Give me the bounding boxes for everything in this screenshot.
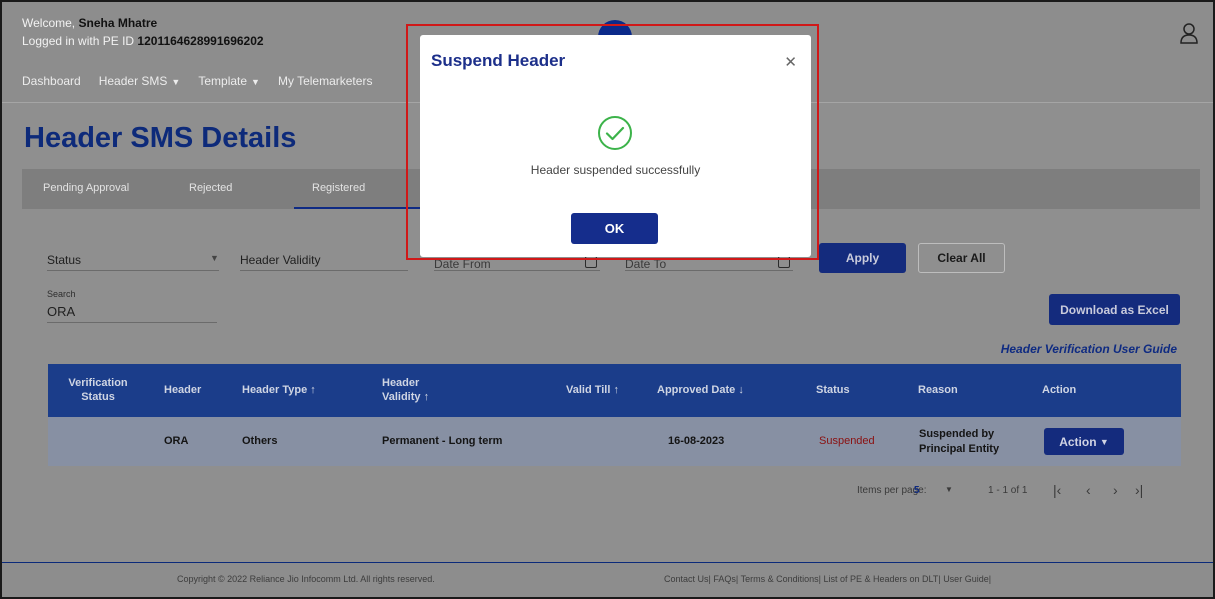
col-verification-status: Verification Status [68,377,128,403]
cell-reason: Suspended by Principal Entity [919,428,1000,455]
active-tab-indicator [294,207,420,209]
cell-header: ORA [164,435,189,447]
sort-up-icon: ↑ [613,384,620,396]
pagination-range: 1 - 1 of 1 [988,485,1028,496]
header-validity-label[interactable]: Header Validity [240,253,320,267]
items-per-page-select[interactable]: 5 [914,485,920,496]
user-profile-icon[interactable] [1179,22,1199,44]
app-frame: Welcome, Sneha Mhatre Logged in with PE … [0,0,1215,599]
status-dropdown-icon[interactable]: ▼ [210,253,219,263]
chevron-down-icon[interactable]: ▼ [945,485,953,494]
apply-button[interactable]: Apply [819,243,906,273]
footer-link-pe-list[interactable]: List of PE & Headers on DLT [823,574,938,584]
tab-rejected[interactable]: Rejected [189,182,232,194]
sort-up-icon: ↑ [310,384,316,396]
col-reason: Reason [918,384,958,396]
login-prefix: Logged in with PE ID [22,34,135,48]
status-select-label[interactable]: Status [47,253,81,267]
user-guide-link[interactable]: Header Verification User Guide [1001,342,1177,356]
first-page-icon[interactable]: |‹ [1053,482,1061,498]
login-info: Logged in with PE ID 1201164628991696202 [22,34,264,48]
search-label: Search [47,289,76,299]
sort-down-icon: ↓ [738,384,744,396]
cell-header-type: Others [242,435,278,447]
download-excel-button[interactable]: Download as Excel [1049,294,1180,325]
status-select[interactable] [47,270,219,271]
col-header-validity[interactable]: Header Validity ↑ [382,376,432,404]
nav-dashboard[interactable]: Dashboard [22,74,81,88]
footer-link-contact[interactable]: Contact Us [664,574,709,584]
clear-all-button[interactable]: Clear All [918,243,1005,273]
footer-link-terms[interactable]: Terms & Conditions [741,574,819,584]
prev-page-icon[interactable]: ‹ [1086,482,1091,498]
col-status: Status [816,384,850,396]
col-header-type[interactable]: Header Type ↑ [242,384,316,396]
sort-up-icon: ↑ [423,391,430,403]
tab-registered[interactable]: Registered [312,182,365,194]
page-title: Header SMS Details [24,122,297,154]
cell-approved-date: 16-08-2023 [668,435,725,447]
welcome-prefix: Welcome, [22,16,76,30]
chevron-down-icon: ▼ [251,77,260,87]
chevron-down-icon: ▼ [1099,436,1109,447]
pe-id: 1201164628991696202 [137,34,264,48]
last-page-icon[interactable]: ›| [1135,482,1143,498]
col-action: Action [1042,384,1077,396]
footer: Copyright © 2022 Reliance Jio Infocomm L… [2,563,1213,597]
nav-my-telemarketers[interactable]: My Telemarketers [278,74,372,88]
search-underline [47,322,217,323]
date-to-field[interactable] [625,270,793,271]
header-validity-select[interactable] [240,270,408,271]
col-valid-till[interactable]: Valid Till ↑ [566,384,619,396]
nav-template[interactable]: Template ▼ [198,74,260,88]
col-approved-date[interactable]: Approved Date ↓ [657,384,744,396]
col-header: Header [164,384,202,396]
table-row: ORA Others Permanent - Long term 16-08-2… [48,417,1181,466]
chevron-down-icon: ▼ [171,77,181,87]
cell-header-validity: Permanent - Long term [382,435,503,447]
status-badge: Suspended [819,435,875,447]
next-page-icon[interactable]: › [1113,482,1118,498]
table-header: Verification Status Header Header Type ↑… [48,364,1181,417]
nav-header-sms[interactable]: Header SMS ▼ [99,74,181,88]
tab-pending-approval[interactable]: Pending Approval [43,182,129,194]
footer-link-faqs[interactable]: FAQs [713,574,736,584]
search-input[interactable]: ORA [47,304,75,319]
main-nav: Dashboard Header SMS ▼ Template ▼ My Telem… [22,74,390,88]
welcome-text: Welcome, Sneha Mhatre [22,16,157,30]
user-name: Sneha Mhatre [78,16,158,30]
footer-link-user-guide[interactable]: User Guide [943,574,989,584]
footer-links: Contact Us| FAQs| Terms & Conditions| Li… [664,574,992,584]
highlight-box [406,24,819,260]
date-from-field[interactable] [434,270,600,271]
copyright-text: Copyright © 2022 Reliance Jio Infocomm L… [177,574,435,584]
row-action-button[interactable]: Action ▼ [1044,428,1124,455]
